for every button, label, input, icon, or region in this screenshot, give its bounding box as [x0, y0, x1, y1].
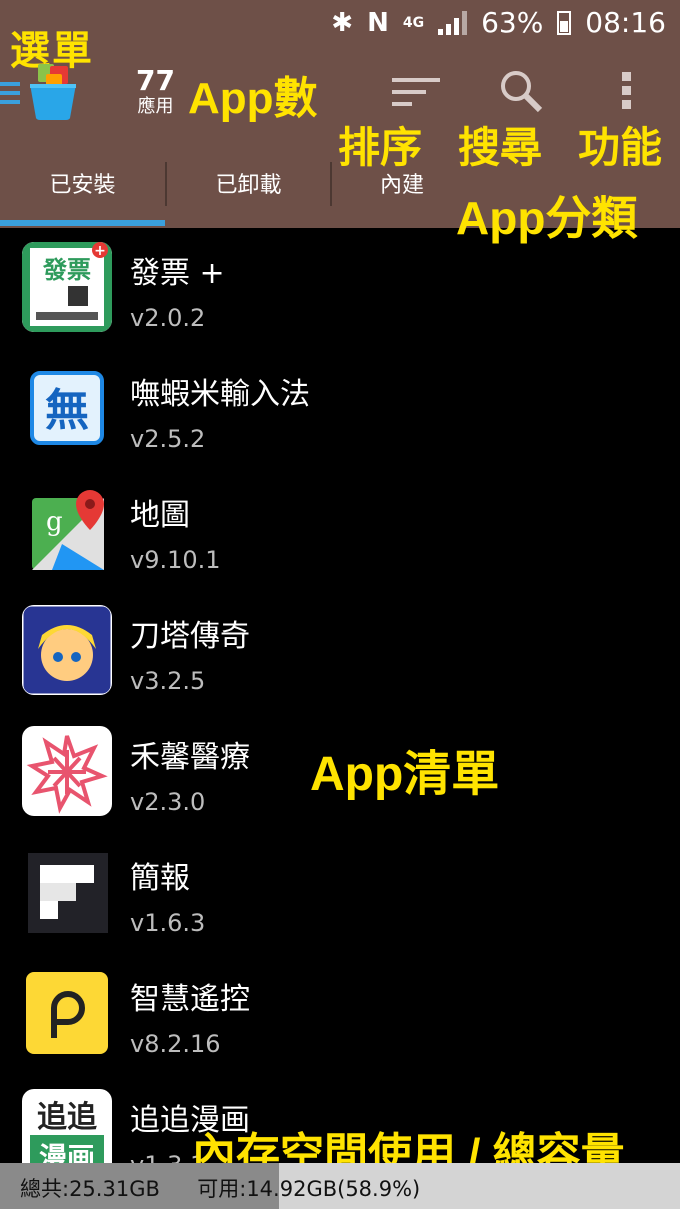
app-count: 77 應用 [136, 66, 175, 118]
storage-available: 可用:14.92GB(58.9%) [197, 1177, 421, 1201]
category-tabs: 已安裝 已卸載 內建 App分類 [0, 158, 680, 244]
invoice-icon: 發票 + [22, 242, 112, 332]
hamburger-icon[interactable] [0, 82, 20, 109]
top-toolbar: ✱ N 4G 63% 08:16 選單 77 應用 App數 排序 搜尋 功能 … [0, 0, 680, 244]
hexin-medical-icon [22, 726, 112, 816]
storage-text: 總共:25.31GB 可用:14.92GB(58.9%) [20, 1173, 420, 1203]
tab-builtin[interactable]: 內建 [332, 158, 472, 220]
list-item[interactable]: 智慧遙控 v8.2.16 [0, 954, 680, 1075]
signal-icon [438, 10, 468, 35]
app-name: 禾馨醫療 [130, 740, 250, 775]
tab-uninstalled[interactable]: 已卸載 [167, 158, 330, 220]
flipboard-icon [22, 847, 112, 937]
app-version: v8.2.16 [130, 1030, 221, 1058]
svg-text:g: g [46, 507, 63, 537]
clock: 08:16 [585, 6, 666, 39]
app-bar: 77 應用 App數 排序 搜尋 功能 [0, 48, 680, 171]
app-count-value: 77 [136, 64, 175, 97]
storage-total: 總共:25.31GB [20, 1177, 160, 1201]
app-name: 嘸蝦米輸入法 [130, 377, 310, 412]
app-name: 簡報 [130, 861, 190, 896]
dota-legend-icon [22, 605, 112, 695]
app-version: v9.10.1 [130, 546, 221, 574]
boshiamy-icon: 無 [22, 363, 112, 453]
sort-icon[interactable] [390, 74, 442, 110]
app-version: v2.3.0 [130, 788, 206, 816]
battery-percent: 63% [481, 6, 544, 39]
list-item[interactable]: 無 嘸蝦米輸入法 v2.5.2 [0, 349, 680, 470]
svg-text:發票: 發票 [42, 256, 91, 284]
app-logo-icon[interactable] [24, 62, 82, 122]
list-item[interactable]: 發票 + 發票 + v2.0.2 [0, 228, 680, 349]
annotation-app-count: App數 [188, 74, 318, 123]
svg-text:追追: 追追 [37, 1100, 97, 1135]
search-icon[interactable] [498, 68, 544, 114]
app-count-label: 應用 [137, 96, 174, 117]
app-list: 發票 + 發票 + v2.0.2 無 嘸蝦米輸入法 v2.5.2 g 地圖 v9… [0, 228, 680, 1196]
peel-remote-icon [22, 968, 112, 1058]
app-version: v3.2.5 [130, 667, 206, 695]
annotation-list: App清單 [310, 748, 500, 801]
app-version: v1.6.3 [130, 909, 206, 937]
nfc-icon: N [367, 7, 389, 38]
svg-text:+: + [94, 243, 106, 259]
app-version: v2.0.2 [130, 304, 206, 332]
tab-installed[interactable]: 已安裝 [0, 158, 165, 220]
bluetooth-icon: ✱ [331, 7, 354, 38]
network-type: 4G [402, 14, 425, 31]
svg-text:無: 無 [45, 385, 89, 436]
google-maps-icon: g [22, 484, 112, 574]
storage-bar: 總共:25.31GB 可用:14.92GB(58.9%) [0, 1163, 680, 1209]
app-name: 智慧遙控 [130, 982, 250, 1017]
app-name: 地圖 [130, 498, 190, 533]
list-item[interactable]: g 地圖 v9.10.1 [0, 470, 680, 591]
app-name: 刀塔傳奇 [130, 619, 250, 654]
status-bar: ✱ N 4G 63% 08:16 [0, 0, 680, 48]
list-item[interactable]: 刀塔傳奇 v3.2.5 [0, 591, 680, 712]
battery-icon [557, 10, 572, 35]
overflow-menu-icon[interactable] [620, 70, 634, 112]
app-name: 發票 + [130, 256, 225, 291]
list-item[interactable]: 簡報 v1.6.3 [0, 833, 680, 954]
app-version: v2.5.2 [130, 425, 206, 453]
active-tab-indicator [0, 220, 165, 226]
